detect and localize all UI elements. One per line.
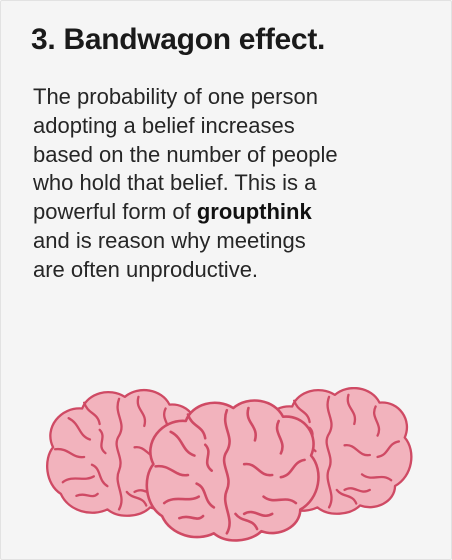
brain-icon <box>145 399 320 542</box>
card-heading: 3. Bandwagon effect. <box>31 23 326 56</box>
body-line: and is reason why meetings <box>33 227 306 253</box>
body-text-segment: powerful form of <box>33 199 197 225</box>
bias-card: 3. Bandwagon effect. The probability of … <box>0 0 452 560</box>
brains-illustration <box>46 387 413 542</box>
body-line: The probability of one person <box>33 84 318 109</box>
groupthink-term: groupthink <box>196 199 312 225</box>
body-line: are often unproductive. <box>33 256 259 282</box>
card-body-text: The probability of one person adopting a… <box>33 83 425 285</box>
body-line: powerful form of groupthink <box>33 198 425 227</box>
body-line: based on the number of people <box>33 141 338 167</box>
body-line: adopting a belief increases <box>33 112 295 138</box>
body-line: who hold that belief. This is a <box>33 170 317 196</box>
